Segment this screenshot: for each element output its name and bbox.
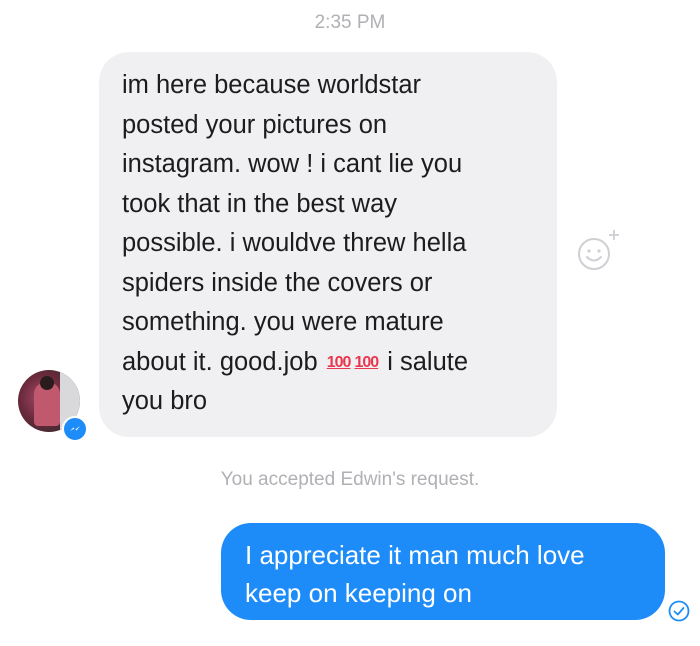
message-line: posted your pictures on — [122, 110, 388, 139]
smiley-add-reaction-icon[interactable] — [572, 224, 626, 278]
messenger-badge — [62, 416, 88, 442]
message-line: spiders inside the covers or — [122, 268, 433, 297]
incoming-message-bubble[interactable]: im here because worldstar posted your pi… — [99, 52, 557, 437]
message-line: you bro — [122, 387, 208, 415]
message-text: i salute — [380, 347, 469, 376]
message-line-with-emoji: about it. good.job 100 100 i salute — [122, 343, 537, 383]
message-line: im here because worldstar — [122, 71, 422, 99]
message-line: something. you were mature — [122, 308, 444, 336]
message-line: possible. i wouldve threw hella — [122, 229, 467, 257]
hundred-points-emoji-icon: 100 — [354, 353, 379, 371]
avatar-head — [40, 376, 54, 390]
system-notice: You accepted Edwin's request. — [220, 469, 480, 490]
message-line: I appreciate it man much love — [245, 540, 585, 570]
hundred-points-emoji-icon: 100 — [326, 353, 352, 371]
messenger-bolt-icon — [70, 426, 80, 431]
message-text: about it. good.job — [122, 347, 325, 376]
outgoing-message-bubble[interactable]: I appreciate it man much love keep on ke… — [221, 523, 665, 620]
message-line: instagram. wow ! i cant lie you — [122, 150, 463, 178]
message-timestamp: 2:35 PM — [314, 12, 386, 33]
message-line: took that in the best way — [122, 189, 397, 218]
delivered-check-icon — [668, 600, 690, 622]
message-line: keep on keeping on — [245, 578, 472, 608]
